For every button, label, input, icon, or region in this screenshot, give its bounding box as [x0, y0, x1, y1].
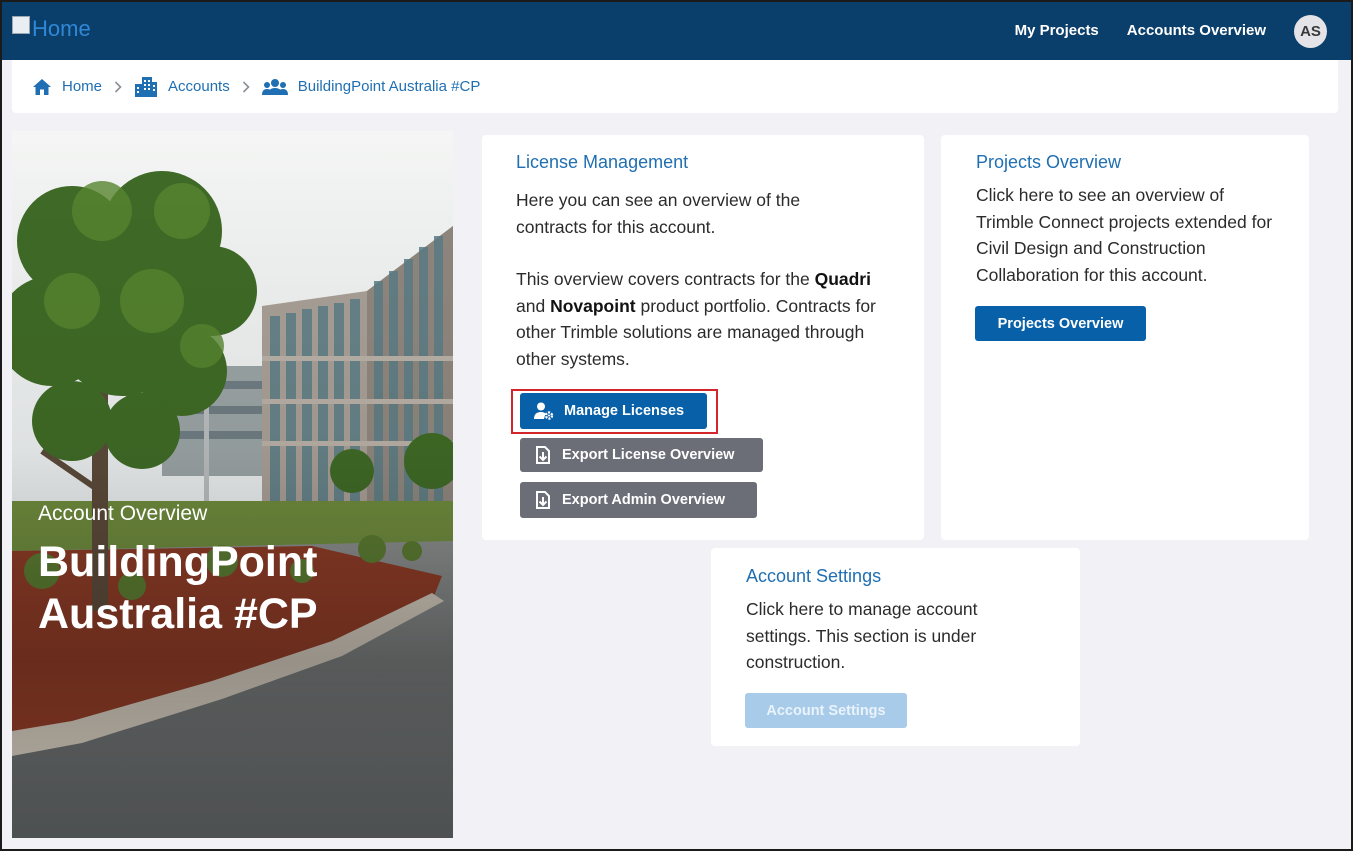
breadcrumb-account[interactable]: BuildingPoint Australia #CP — [261, 78, 481, 96]
license-card-para1: Here you can see an overview of the cont… — [516, 190, 801, 237]
home-logo-link[interactable]: Home — [12, 16, 91, 42]
home-link-text: Home — [32, 16, 91, 41]
breadcrumb-account-label: BuildingPoint Australia #CP — [297, 78, 481, 95]
top-nav-bar: Home My Projects Accounts Overview AS — [0, 0, 1353, 60]
quadri-label: Quadri — [814, 269, 871, 289]
chevron-right-icon — [114, 80, 122, 93]
novapoint-label: Novapoint — [550, 295, 636, 316]
manage-licenses-highlight — [511, 389, 718, 434]
breadcrumb-home[interactable]: Home — [32, 78, 102, 96]
export-license-overview-button[interactable]: Export License Overview — [520, 438, 763, 472]
hero-account-name: BuildingPoint Australia #CP — [38, 538, 318, 638]
buildings-icon — [135, 76, 158, 97]
account-settings-label: Account Settings — [766, 702, 886, 719]
projects-overview-button[interactable]: Projects Overview — [975, 306, 1146, 341]
breadcrumb-home-label: Home — [62, 78, 103, 95]
hero-building-photo — [12, 131, 453, 838]
breadcrumb: Home Accounts BuildingPoint Australia #C — [12, 60, 1338, 113]
chevron-right-icon — [242, 80, 250, 93]
hero-banner: Account Overview BuildingPoint Australia… — [12, 131, 453, 838]
projects-overview-card: Projects Overview Click here to see an o… — [941, 135, 1309, 540]
file-export-icon — [536, 446, 550, 464]
license-card-portfolio: This overview covers contracts for the Q… — [516, 266, 876, 372]
account-settings-button[interactable]: Account Settings — [745, 693, 907, 728]
hero-subtitle: Account Overview — [38, 502, 208, 525]
file-export-icon — [536, 491, 550, 509]
breadcrumb-accounts-label: Accounts — [168, 78, 230, 95]
license-card-title[interactable]: License Management — [516, 152, 688, 173]
license-management-card: License Management Here you can see an o… — [482, 135, 924, 540]
settings-card-title[interactable]: Account Settings — [746, 566, 881, 587]
projects-card-title[interactable]: Projects Overview — [976, 152, 1121, 173]
account-settings-card: Account Settings Click here to manage ac… — [711, 548, 1080, 746]
projects-overview-label: Projects Overview — [997, 315, 1124, 332]
projects-card-text: Click here to see an overview of Trimble… — [976, 185, 1273, 285]
nav-my-projects[interactable]: My Projects — [1015, 13, 1099, 49]
users-group-icon — [261, 78, 288, 95]
export-license-label: Export License Overview — [562, 447, 735, 463]
license-card-intro: Here you can see an overview of the cont… — [516, 187, 856, 240]
user-avatar[interactable]: AS — [1294, 14, 1327, 48]
nav-accounts-overview[interactable]: Accounts Overview — [1127, 13, 1266, 49]
home-icon — [33, 78, 51, 95]
portfolio-text-mid: and — [516, 295, 551, 316]
export-admin-overview-button[interactable]: Export Admin Overview — [520, 482, 757, 518]
breadcrumb-accounts[interactable]: Accounts — [134, 76, 230, 98]
portfolio-text-prefix: This overview covers contracts for the — [516, 269, 815, 289]
export-admin-label: Export Admin Overview — [562, 492, 726, 508]
top-nav-links: My Projects Accounts Overview AS — [1015, 13, 1327, 49]
settings-card-text: Click here to manage account settings. T… — [746, 599, 978, 672]
broken-image-icon — [12, 16, 30, 34]
